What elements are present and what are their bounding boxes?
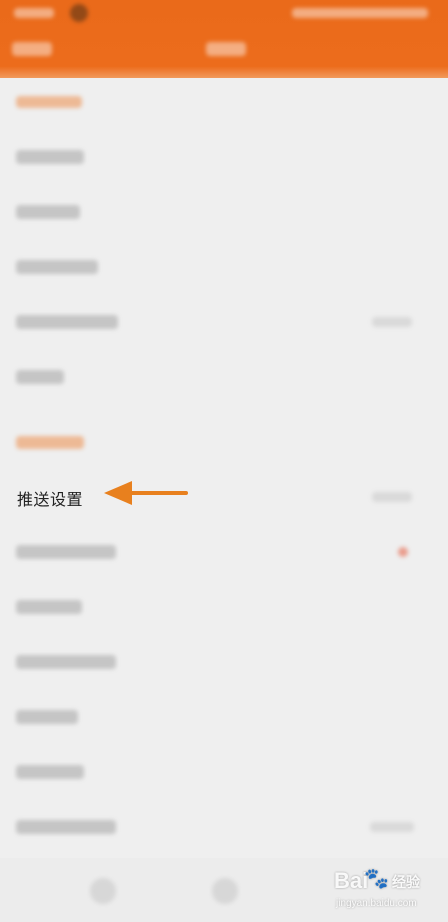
list-item-label <box>16 260 98 274</box>
list-item-label <box>16 545 116 559</box>
list-item[interactable] <box>0 745 448 800</box>
page-title <box>206 42 246 56</box>
watermark-brand-cn: 经验 <box>392 875 420 891</box>
list-item-label <box>16 820 116 834</box>
list-item-label <box>16 315 118 329</box>
list-item-label <box>16 765 84 779</box>
section-header-1 <box>16 96 82 108</box>
status-bar-time <box>14 8 54 18</box>
watermark-url: jingyan.baidu.com <box>336 898 417 909</box>
list-item[interactable] <box>0 525 448 580</box>
notification-dot <box>398 547 408 557</box>
list-item[interactable] <box>0 800 448 855</box>
list-item-label <box>16 655 116 669</box>
list-item[interactable] <box>0 635 448 690</box>
list-item-label <box>16 370 64 384</box>
list-item[interactable] <box>0 240 448 295</box>
status-bar-icon <box>70 4 88 22</box>
list-item-value <box>370 822 414 832</box>
baidu-jingyan-watermark: Bai 🐾 经验 jingyan.baidu.com <box>334 866 444 918</box>
nav-icon[interactable] <box>90 878 116 904</box>
arrow-left-icon <box>104 481 188 505</box>
status-bar-indicators <box>292 8 428 18</box>
paw-icon: 🐾 <box>364 866 389 890</box>
list-item-label <box>16 710 78 724</box>
list-item-value <box>372 317 412 327</box>
list-item[interactable] <box>0 580 448 635</box>
app-header <box>0 0 448 78</box>
section-header-2 <box>16 436 84 449</box>
list-item-label <box>16 150 84 164</box>
push-settings-label: 推送设置 <box>17 490 84 509</box>
list-item[interactable] <box>0 130 448 185</box>
list-item-label <box>16 600 82 614</box>
list-item[interactable] <box>0 185 448 240</box>
list-item[interactable] <box>0 295 448 350</box>
list-item[interactable] <box>0 690 448 745</box>
list-item[interactable] <box>0 350 448 405</box>
nav-icon[interactable] <box>212 878 238 904</box>
back-button[interactable] <box>12 42 52 56</box>
list-item-label <box>16 205 80 219</box>
